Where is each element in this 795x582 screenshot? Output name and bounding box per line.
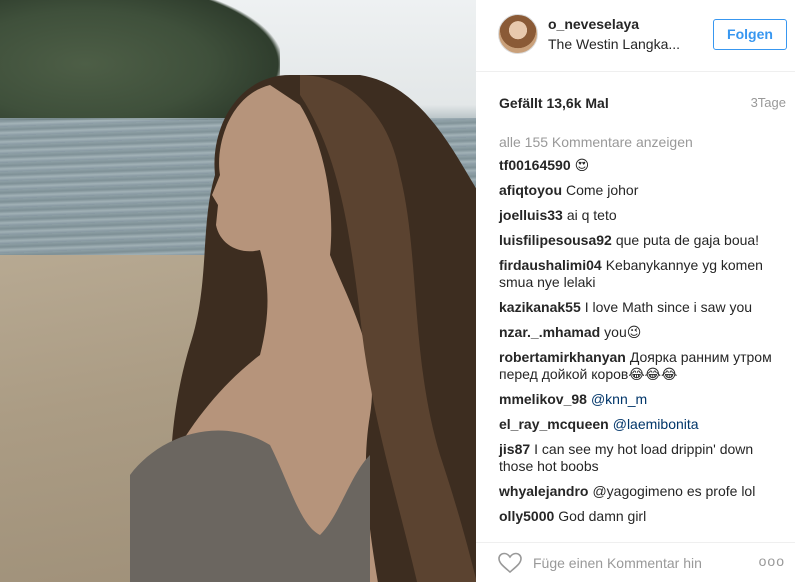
comment-username[interactable]: afiqtoyou [499,182,562,198]
comment-username[interactable]: jis87 [499,441,530,457]
comment-item: tf00164590 😍 [499,157,789,174]
comments-list: alle 155 Kommentare anzeigen tf00164590 😍… [499,133,789,533]
follow-button[interactable]: Folgen [713,19,787,50]
comment-username[interactable]: whyalejandro [499,483,588,499]
post-header: o_neveselaya The Westin Langka... Folgen [476,0,795,72]
comment-text: I love Math since i saw you [584,299,753,315]
heart-icon[interactable] [497,552,523,574]
comment-item: kazikanak55 I love Math since i saw you [499,299,789,316]
location-link[interactable]: The Westin Langka... [548,36,680,52]
comment-username[interactable]: firdaushalimi04 [499,257,602,273]
comment-username[interactable]: olly5000 [499,508,554,524]
comment-username[interactable]: kazikanak55 [499,299,581,315]
comment-text: God damn girl [558,508,647,524]
comment-mention[interactable]: @laemibonita [613,416,699,432]
comment-username[interactable]: tf00164590 [499,157,571,173]
comment-text: 😍 [574,157,590,173]
username-link[interactable]: o_neveselaya [548,16,639,32]
comment-username[interactable]: el_ray_mcqueen [499,416,609,432]
comment-item: robertamirkhanyan Доярка ранним утром пер… [499,349,789,383]
person-silhouette [130,75,476,582]
comment-input[interactable]: Füge einen Kommentar hin [533,555,702,571]
comment-username[interactable]: mmelikov_98 [499,391,587,407]
comment-item: el_ray_mcqueen @laemibonita [499,416,789,433]
view-all-comments-link[interactable]: alle 155 Kommentare anzeigen [499,133,789,151]
comment-item: firdaushalimi04 Kebanykannye yg komen smu… [499,257,789,291]
comment-item: nzar._.mhamad you😉 [499,324,789,341]
comment-item: jis87 I can see my hot load drippin' down… [499,441,789,475]
comment-username[interactable]: robertamirkhanyan [499,349,626,365]
comment-item: mmelikov_98 @knn_m [499,391,789,408]
comment-item: joelluis33 ai q teto [499,207,789,224]
add-comment-bar: Füge einen Kommentar hin ooo [476,542,795,582]
comment-item: luisfilipesousa92 que puta de gaja boua! [499,232,789,249]
comment-text: I can see my hot load drippin' down thos… [499,441,754,474]
avatar[interactable] [498,14,538,54]
more-options-icon[interactable]: ooo [759,553,785,569]
comment-text: que puta de gaja boua! [615,232,760,248]
comment-item: whyalejandro @yagogimeno es profe lol [499,483,789,500]
post-side-panel: o_neveselaya The Westin Langka... Folgen… [476,0,795,582]
comment-item: afiqtoyou Come johor [499,182,789,199]
likes-count[interactable]: Gefällt 13,6k Mal [499,95,609,111]
comment-text: ai q teto [566,207,617,223]
comment-text: Come johor [566,182,639,198]
comment-item: olly5000 God damn girl [499,508,789,525]
comment-text: you😉 [604,324,642,340]
comment-username[interactable]: luisfilipesousa92 [499,232,612,248]
comment-mention[interactable]: @knn_m [591,391,647,407]
post-photo[interactable] [0,0,476,582]
comment-text: @yagogimeno es profe lol [592,483,756,499]
post-time[interactable]: 3Tage [751,95,786,110]
comment-username[interactable]: nzar._.mhamad [499,324,600,340]
comment-username[interactable]: joelluis33 [499,207,563,223]
